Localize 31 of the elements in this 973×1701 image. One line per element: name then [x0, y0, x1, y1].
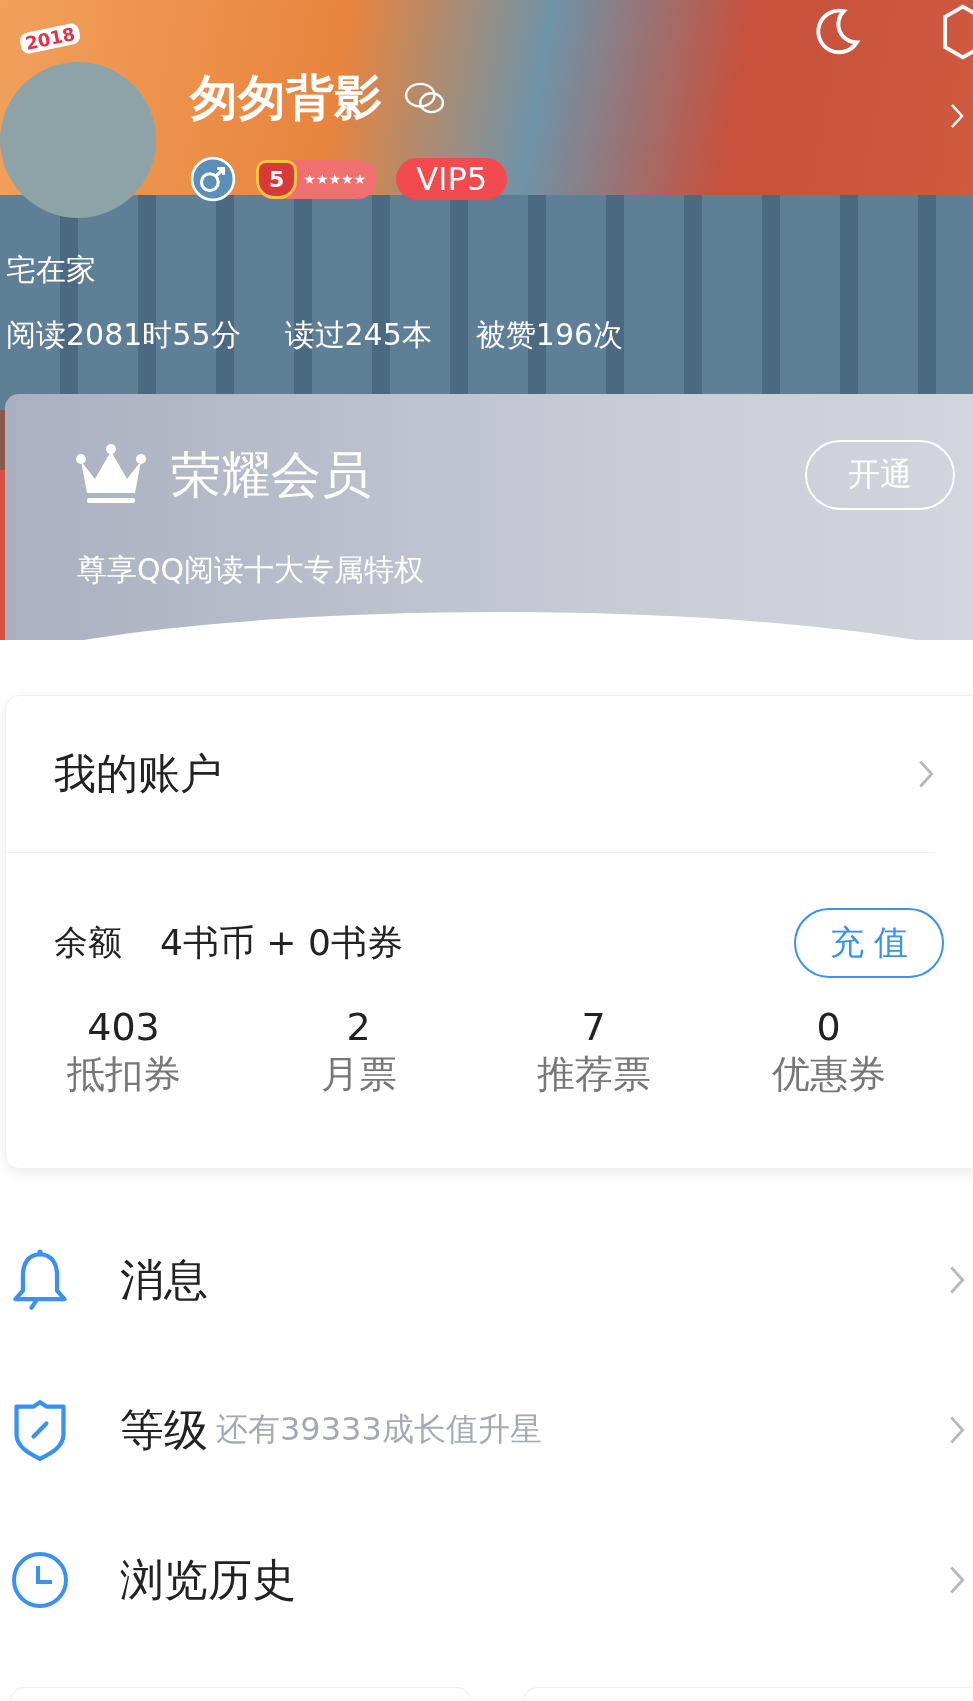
chevron-right-icon[interactable]	[950, 102, 964, 130]
ticket-label[interactable]: 抵扣券	[66, 1049, 181, 1100]
chat-bubbles-icon	[404, 81, 446, 115]
chevron-right-icon[interactable]	[949, 1415, 965, 1445]
signature-text: 宅在家	[6, 251, 96, 289]
menu-item[interactable]: 浏览历史	[120, 1550, 296, 1610]
ticket-count[interactable]: 403	[87, 1005, 160, 1049]
reading-stat: 读过245本	[284, 316, 432, 354]
ticket-count[interactable]: 0	[816, 1005, 841, 1049]
menu-item[interactable]: 等级	[120, 1400, 208, 1460]
balance-value: 4书币 + 0书券	[160, 920, 403, 965]
ticket-label[interactable]: 推荐票	[536, 1049, 651, 1100]
vip-title: 荣耀会员	[171, 444, 371, 506]
chevron-right-icon[interactable]	[949, 1265, 965, 1295]
bell-icon[interactable]	[10, 1248, 70, 1312]
reading-stat: 阅读2081时55分	[6, 316, 241, 354]
menu-hint: 还有39333成长值升星	[216, 1409, 542, 1450]
menu-item[interactable]: 消息	[120, 1250, 208, 1310]
ticket-label[interactable]: 优惠券	[771, 1049, 886, 1100]
vip-subtitle: 尊享QQ阅读十大专属特权	[77, 551, 426, 589]
chevron-right-icon[interactable]	[918, 759, 934, 789]
ticket-label[interactable]: 月票	[320, 1049, 397, 1100]
level-badge: 5 ★★★★★	[256, 159, 377, 199]
ticket-count[interactable]: 2	[346, 1005, 371, 1049]
account-title[interactable]: 我的账户	[54, 746, 222, 802]
ticket-count[interactable]: 7	[581, 1005, 606, 1049]
reading-stat: 被赞196次	[475, 316, 624, 354]
balance-label: 余额	[54, 921, 122, 964]
vip-badge: VIP5	[396, 158, 508, 200]
chevron-right-icon[interactable]	[949, 1565, 965, 1595]
user-name: 匆匆背影	[190, 68, 382, 127]
